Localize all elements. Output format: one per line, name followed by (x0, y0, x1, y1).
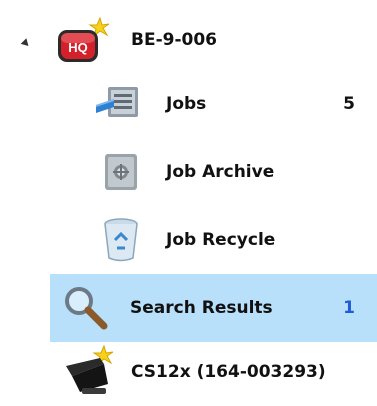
tree-node-root-label: BE-9-006 (131, 30, 217, 50)
collapse-toggle-icon[interactable] (20, 38, 32, 49)
tree-item-search-results[interactable]: Search Results 1 (50, 274, 377, 342)
tree-node-root[interactable]: HQ BE-9-006 (0, 6, 377, 74)
tree-item-job-recycle-label: Job Recycle (166, 230, 276, 250)
hq-badge-text: HQ (68, 40, 88, 55)
tree-item-job-recycle[interactable]: Job Recycle (0, 206, 377, 274)
tree-item-jobs-count: 5 (343, 94, 355, 114)
tree-item-job-archive-label: Job Archive (166, 162, 275, 182)
tree-item-search-results-count: 1 (343, 298, 355, 318)
tree-item-job-archive[interactable]: Job Archive (0, 138, 377, 206)
magnifier-icon (65, 287, 108, 330)
hq-server-icon: HQ (58, 16, 110, 62)
jobs-icon (96, 87, 138, 117)
tree-item-jobs-label: Jobs (166, 94, 207, 114)
scanner-device-icon (66, 344, 114, 394)
tree-item-search-results-label: Search Results (130, 298, 273, 318)
recycle-bin-icon (104, 218, 138, 262)
tree-item-jobs[interactable]: Jobs 5 (0, 70, 377, 138)
tree-node-device-label: CS12x (164-003293) (131, 362, 326, 382)
archive-vault-icon (105, 154, 137, 190)
tree-node-device[interactable]: CS12x (164-003293) (0, 338, 377, 406)
